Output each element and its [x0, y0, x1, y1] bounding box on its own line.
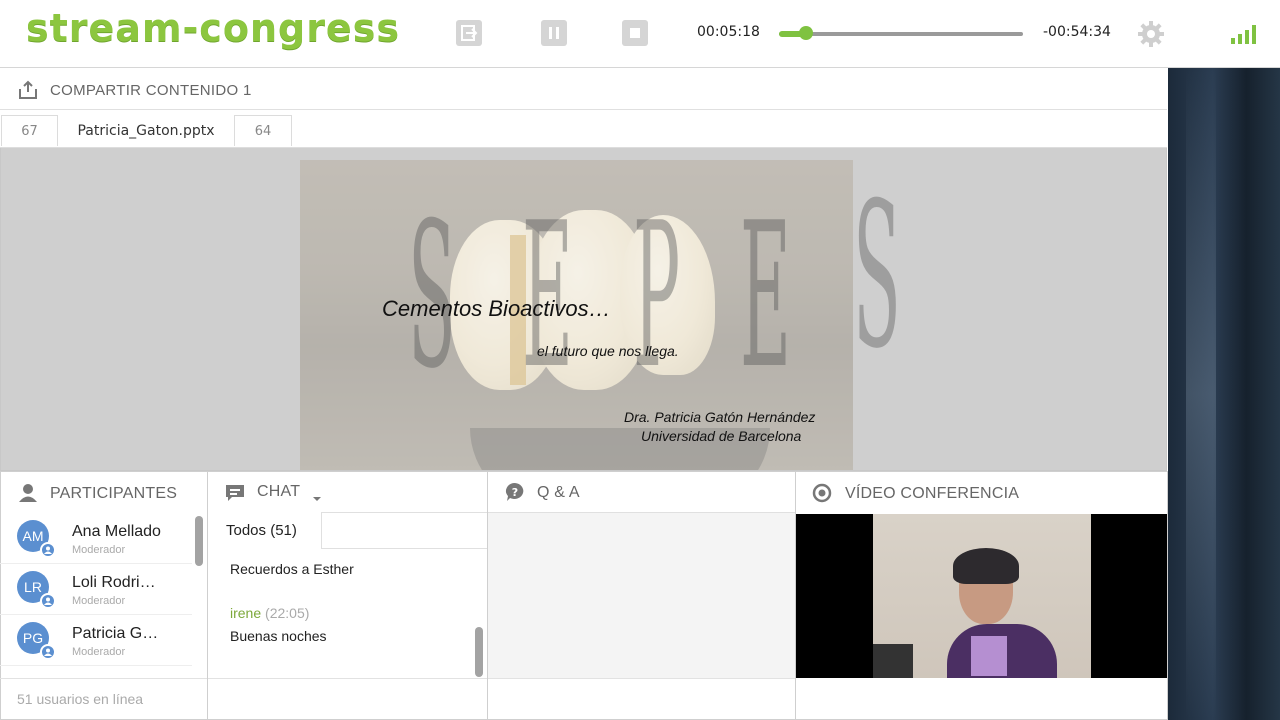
slide-author: Dra. Patricia Gatón Hernández	[624, 409, 816, 425]
time-remaining: -00:54:34	[1043, 24, 1111, 40]
chat-user: irene	[230, 605, 262, 621]
participant-role: Moderador	[72, 595, 126, 607]
moderator-badge-icon	[40, 542, 56, 558]
tab-page-67[interactable]: 67	[1, 115, 58, 146]
share-icon	[18, 80, 38, 104]
video-footer	[796, 679, 1167, 719]
question-icon: ?	[505, 482, 525, 506]
tab-page-64[interactable]: 64	[234, 115, 292, 146]
tab-file[interactable]: Patricia_Gaton.pptx	[58, 115, 234, 146]
webcam-icon	[812, 483, 832, 507]
exit-button[interactable]	[456, 20, 482, 46]
slide-affiliation: Universidad de Barcelona	[641, 428, 802, 444]
qa-list	[488, 513, 795, 678]
online-users-count: 51 usuarios en línea	[17, 691, 144, 707]
participant-role: Moderador	[72, 646, 126, 658]
slide-watermark-s: S	[853, 160, 913, 470]
participant-name: Ana Mellado	[72, 523, 161, 540]
speaker-video	[873, 514, 1091, 678]
participant-item[interactable]: AM Ana Mellado Moderador	[0, 513, 192, 564]
progress-track[interactable]	[779, 32, 1023, 36]
slide-subtitle: el futuro que nos llega.	[537, 343, 679, 359]
pause-button[interactable]	[541, 20, 567, 46]
chat-messages: Recuerdos a Esther irene (22:05) Buenas …	[208, 549, 473, 677]
chat-time: (22:05)	[265, 605, 310, 621]
moderator-badge-icon	[40, 593, 56, 609]
chat-input[interactable]	[208, 679, 487, 719]
svg-text:?: ?	[512, 486, 518, 499]
participant-role: Moderador	[72, 544, 126, 556]
app-logo: stream-congress	[26, 6, 400, 50]
watermark-letter: S	[853, 160, 901, 393]
slide: S E P E Cementos Bioactivos… el futuro q…	[300, 160, 853, 470]
moderator-badge-icon	[40, 644, 56, 660]
stop-icon	[630, 28, 640, 38]
background-image	[1168, 68, 1280, 720]
exit-icon	[461, 25, 478, 41]
divider	[322, 512, 487, 513]
gear-icon	[1138, 21, 1164, 47]
participant-name: Patricia G…	[72, 625, 159, 642]
chat-scrollbar[interactable]	[475, 627, 483, 677]
chat-bubble-icon	[225, 483, 245, 507]
participant-name: Loli Rodri…	[72, 574, 156, 591]
divider	[0, 678, 207, 679]
signal-bars-icon	[1230, 24, 1260, 44]
qa-title: Q & A	[537, 484, 580, 501]
video-title: VÍDEO CONFERENCIA	[845, 485, 1020, 502]
chat-message-text: Recuerdos a Esther	[230, 561, 354, 577]
chat-message-header: irene (22:05)	[230, 605, 309, 621]
tab-chat-all[interactable]: Todos (51)	[208, 512, 322, 549]
stop-button[interactable]	[622, 20, 648, 46]
participants-scrollbar[interactable]	[195, 516, 203, 566]
chat-title: CHAT	[257, 483, 301, 500]
participant-item[interactable]: LR Loli Rodri… Moderador	[0, 564, 192, 615]
slide-title: Cementos Bioactivos…	[382, 296, 611, 321]
chat-message-text: Buenas noches	[230, 628, 327, 644]
settings-button[interactable]	[1137, 20, 1165, 48]
presentation-title: COMPARTIR CONTENIDO 1	[50, 82, 252, 99]
person-icon	[18, 483, 38, 507]
participant-item[interactable]: PG Patricia G… Moderador	[0, 615, 192, 666]
participants-title: PARTICIPANTES	[50, 485, 178, 502]
qa-input[interactable]	[488, 679, 795, 719]
time-elapsed: 00:05:18	[697, 24, 760, 40]
chevron-down-icon[interactable]	[312, 488, 322, 507]
progress-handle[interactable]	[798, 26, 813, 40]
pause-icon	[549, 27, 559, 39]
